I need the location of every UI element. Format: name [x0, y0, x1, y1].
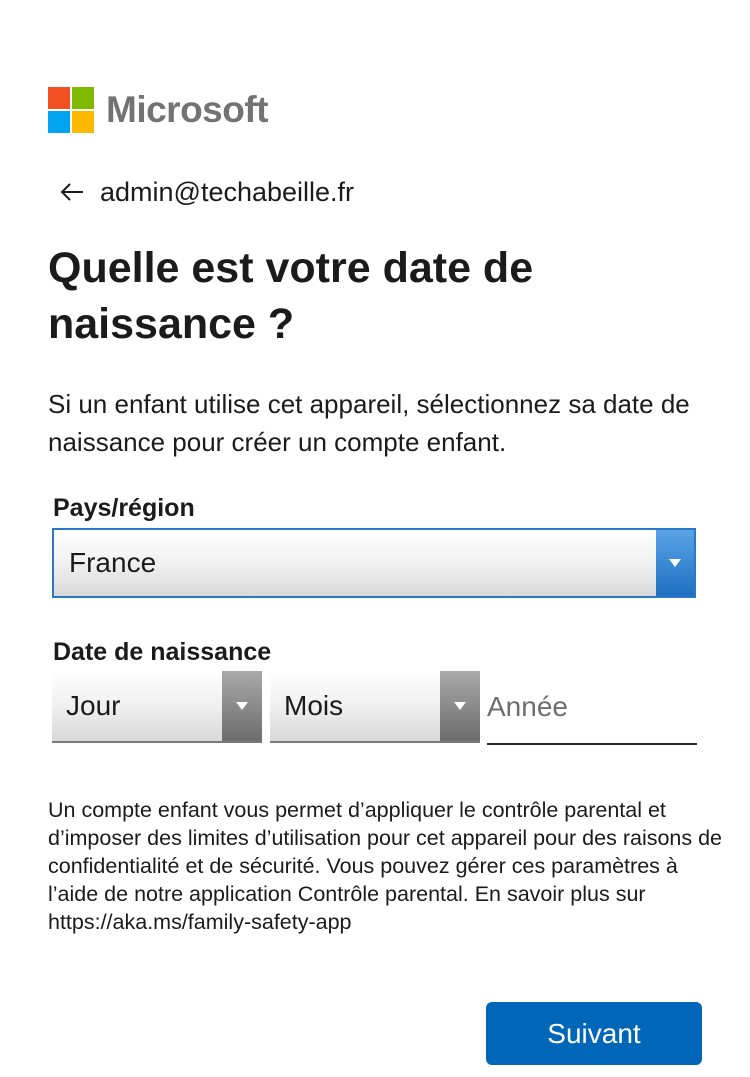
- day-select-value: Jour: [66, 690, 121, 721]
- microsoft-logo: Microsoft: [48, 87, 269, 133]
- microsoft-logo-text: Microsoft: [106, 89, 269, 130]
- year-input[interactable]: [487, 671, 697, 745]
- month-select[interactable]: Mois: [270, 671, 480, 743]
- day-select[interactable]: Jour: [52, 671, 262, 743]
- identity-banner: admin@techabeille.fr: [56, 172, 354, 212]
- identity-email: admin@techabeille.fr: [100, 176, 355, 207]
- month-select-value: Mois: [284, 690, 344, 721]
- signin-page: Microsoft admin@techabeille.fr Quelle es…: [0, 0, 750, 1077]
- back-arrow-icon[interactable]: [56, 176, 88, 208]
- country-select-value: France: [69, 547, 157, 578]
- child-account-info: Un compte enfant vous permet d’appliquer…: [48, 798, 723, 934]
- country-select[interactable]: France: [52, 528, 696, 598]
- country-label: Pays/région: [53, 494, 195, 522]
- next-button[interactable]: Suivant: [486, 1002, 702, 1065]
- day-dropdown-icon[interactable]: [222, 671, 262, 741]
- microsoft-logo-icon: [48, 87, 94, 133]
- month-dropdown-icon[interactable]: [440, 671, 480, 741]
- page-title: Quelle est votre date de naissance ?: [48, 244, 534, 348]
- page-description: Si un enfant utilise cet appareil, sélec…: [48, 389, 690, 457]
- birthdate-label: Date de naissance: [53, 638, 272, 666]
- country-dropdown-icon[interactable]: [656, 530, 694, 596]
